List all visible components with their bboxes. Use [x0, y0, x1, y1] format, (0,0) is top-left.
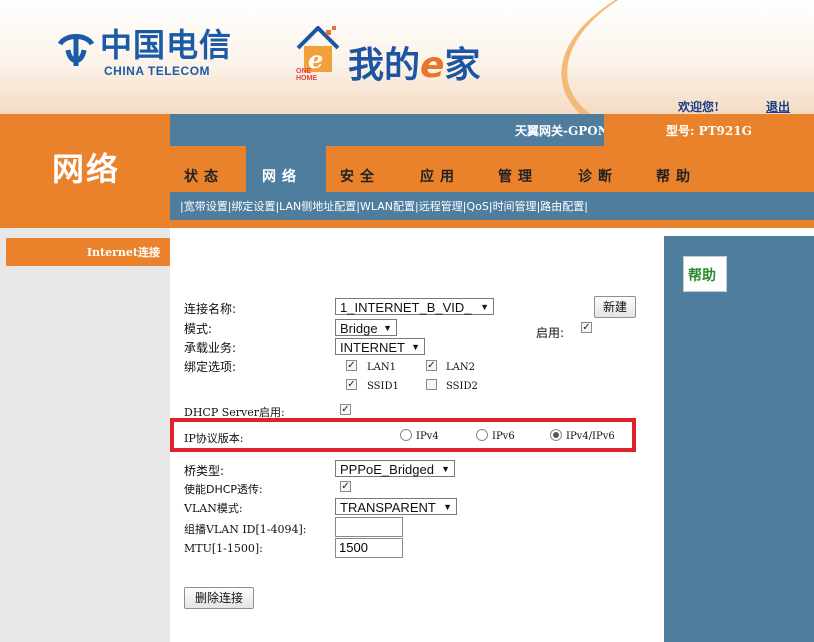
- mcast-vlan-label: 组播VLAN ID[1-4094]:: [184, 523, 307, 536]
- subtab-routing[interactable]: 路由配置: [540, 200, 584, 213]
- mtu-label: MTU[1-1500]:: [184, 542, 263, 555]
- bridge-type-label: 桥类型:: [184, 464, 225, 478]
- bind-lan2-label: LAN2: [446, 362, 475, 373]
- tab-application[interactable]: 应用: [420, 146, 460, 192]
- dropdown-arrow-icon: ▼: [441, 464, 450, 474]
- sidebar-item-label: Internet连接: [86, 246, 160, 259]
- service-value: INTERNET: [340, 340, 405, 355]
- highlight-box: [170, 418, 636, 452]
- mtu-input[interactable]: 1500: [335, 538, 403, 558]
- telecom-en-name: CHINA TELECOM: [104, 64, 211, 78]
- telecom-logo-icon: [57, 34, 95, 66]
- dhcp-server-checkbox[interactable]: ✓: [340, 404, 351, 415]
- sub-navigation: |宽带设置|绑定设置|LAN侧地址配置|WLAN配置|远程管理|QoS|时间管理…: [170, 192, 814, 220]
- conn-name-label: 连接名称:: [184, 302, 237, 316]
- decorative-swoosh: [548, 0, 814, 114]
- logout-link[interactable]: 退出: [766, 98, 790, 115]
- dropdown-arrow-icon: ▼: [383, 323, 392, 333]
- tab-diagnosis[interactable]: 诊断: [578, 146, 618, 192]
- section-title: 网络: [52, 150, 121, 188]
- welcome-text: 欢迎您!: [678, 100, 720, 114]
- enable-checkbox[interactable]: ✓: [581, 322, 592, 333]
- bridge-type-select[interactable]: PPPoE_Bridged ▼: [335, 460, 455, 477]
- dropdown-arrow-icon: ▼: [480, 302, 489, 312]
- section-title-area: 网络: [0, 114, 170, 228]
- mode-select[interactable]: Bridge ▼: [335, 319, 397, 336]
- bind-ssid2-label: SSID2: [446, 381, 478, 392]
- tab-management[interactable]: 管理: [498, 146, 538, 192]
- tab-security[interactable]: 安全: [340, 146, 380, 192]
- subtab-binding[interactable]: 绑定设置: [231, 200, 275, 213]
- binding-label: 绑定选项:: [184, 360, 237, 374]
- delete-connection-button[interactable]: 删除连接: [184, 587, 254, 609]
- vlan-mode-value: TRANSPARENT: [340, 500, 436, 515]
- title-post: 家: [444, 45, 481, 86]
- subtab-wlan[interactable]: WLAN配置: [360, 200, 415, 213]
- dhcp-passthrough-label: 使能DHCP透传:: [184, 483, 263, 496]
- dropdown-arrow-icon: ▼: [443, 502, 452, 512]
- subtab-remote-mgmt[interactable]: 远程管理: [419, 200, 463, 213]
- conn-name-value: 1_INTERNET_B_VID_: [340, 300, 472, 315]
- conn-name-select[interactable]: 1_INTERNET_B_VID_ ▼: [335, 298, 494, 315]
- china-telecom-logo: 中国电信 CHINA TELECOM: [52, 28, 232, 78]
- help-title: 帮助: [688, 268, 716, 284]
- model-text: 型号: PT921G: [666, 124, 752, 138]
- bind-ssid1-label: SSID1: [367, 381, 399, 392]
- dhcp-passthrough-checkbox[interactable]: ✓: [340, 481, 351, 492]
- bind-lan2-checkbox[interactable]: ✓: [426, 360, 437, 371]
- gateway-name: 天翼网关-GPON: [515, 124, 609, 138]
- bind-lan1-checkbox[interactable]: ✓: [346, 360, 357, 371]
- mcast-vlan-input[interactable]: [335, 517, 403, 537]
- left-sidebar: [0, 228, 170, 642]
- service-select[interactable]: INTERNET ▼: [335, 338, 425, 355]
- bind-ssid1-checkbox[interactable]: ✓: [346, 379, 357, 390]
- subtab-time-mgmt[interactable]: 时间管理: [493, 200, 537, 213]
- subtab-qos[interactable]: QoS: [466, 200, 488, 213]
- my-e-home-title: 我的e家: [348, 36, 480, 88]
- one-home-text: ONE HOME: [296, 68, 317, 82]
- enable-label: 启用:: [536, 326, 565, 340]
- dropdown-arrow-icon: ▼: [411, 342, 420, 352]
- service-label: 承载业务:: [184, 341, 237, 355]
- subtab-lan-address[interactable]: LAN侧地址配置: [279, 200, 356, 213]
- bind-lan1-label: LAN1: [367, 362, 396, 373]
- bind-ssid2-checkbox[interactable]: [426, 379, 437, 390]
- mode-label: 模式:: [184, 322, 213, 336]
- tab-help[interactable]: 帮助: [656, 146, 696, 192]
- title-pre: 我的: [348, 45, 421, 86]
- help-box: 帮助: [683, 256, 727, 292]
- new-button[interactable]: 新建: [594, 296, 636, 318]
- subtab-broadband[interactable]: 宽带设置: [184, 200, 228, 213]
- telecom-cn-name: 中国电信: [100, 26, 233, 64]
- vlan-mode-select[interactable]: TRANSPARENT ▼: [335, 498, 457, 515]
- tab-network[interactable]: 网络: [262, 146, 302, 192]
- title-e: e: [420, 45, 445, 86]
- vlan-mode-label: VLAN模式:: [184, 502, 243, 515]
- help-panel: [664, 236, 814, 642]
- tab-status[interactable]: 状态: [184, 146, 224, 192]
- sidebar-item-internet[interactable]: Internet连接: [6, 238, 170, 266]
- mode-value: Bridge: [340, 321, 378, 336]
- bridge-type-value: PPPoE_Bridged: [340, 462, 434, 477]
